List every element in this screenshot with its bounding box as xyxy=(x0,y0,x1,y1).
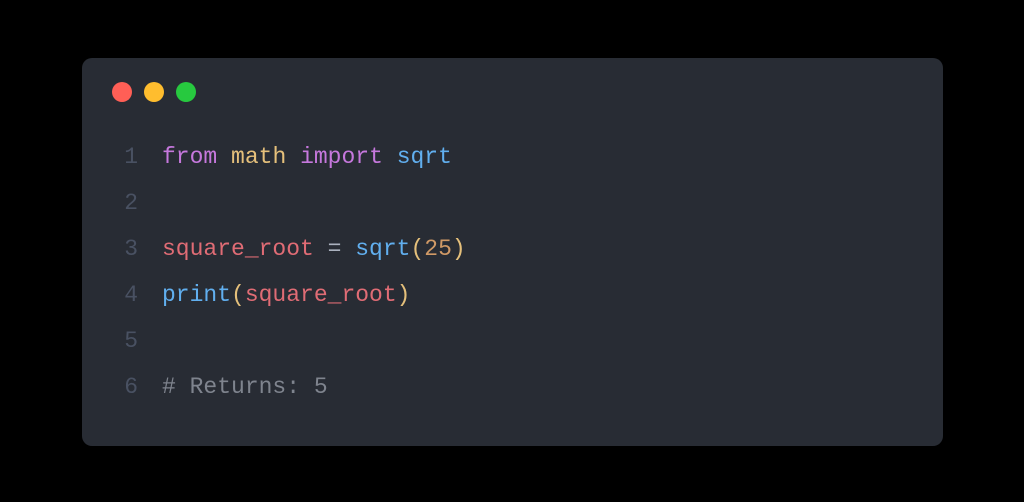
paren-close: ) xyxy=(397,282,411,308)
line-number: 1 xyxy=(82,134,162,180)
keyword-from: from xyxy=(162,144,217,170)
code-line: 5 xyxy=(82,318,943,364)
line-number: 5 xyxy=(82,318,162,364)
code-editor[interactable]: 1 from math import sqrt 2 3 square_root … xyxy=(82,126,943,410)
maximize-icon[interactable] xyxy=(176,82,196,102)
line-number: 3 xyxy=(82,226,162,272)
paren-open: ( xyxy=(410,236,424,262)
paren-close: ) xyxy=(452,236,466,262)
code-content: print(square_root) xyxy=(162,272,410,318)
minimize-icon[interactable] xyxy=(144,82,164,102)
code-line: 6 # Returns: 5 xyxy=(82,364,943,410)
line-number: 2 xyxy=(82,180,162,226)
code-content: square_root = sqrt(25) xyxy=(162,226,466,272)
function-name: print xyxy=(162,282,231,308)
operator: = xyxy=(314,236,355,262)
code-content: # Returns: 5 xyxy=(162,364,328,410)
function-name: sqrt xyxy=(397,144,452,170)
paren-open: ( xyxy=(231,282,245,308)
code-line: 3 square_root = sqrt(25) xyxy=(82,226,943,272)
number-literal: 25 xyxy=(424,236,452,262)
module-name: math xyxy=(231,144,286,170)
code-line: 1 from math import sqrt xyxy=(82,134,943,180)
variable: square_root xyxy=(245,282,397,308)
line-number: 4 xyxy=(82,272,162,318)
keyword-import: import xyxy=(300,144,383,170)
code-line: 4 print(square_root) xyxy=(82,272,943,318)
window-titlebar xyxy=(82,58,943,126)
comment: # Returns: 5 xyxy=(162,374,328,400)
code-line: 2 xyxy=(82,180,943,226)
close-icon[interactable] xyxy=(112,82,132,102)
code-window: 1 from math import sqrt 2 3 square_root … xyxy=(82,58,943,446)
function-name: sqrt xyxy=(355,236,410,262)
line-number: 6 xyxy=(82,364,162,410)
code-content: from math import sqrt xyxy=(162,134,452,180)
variable: square_root xyxy=(162,236,314,262)
